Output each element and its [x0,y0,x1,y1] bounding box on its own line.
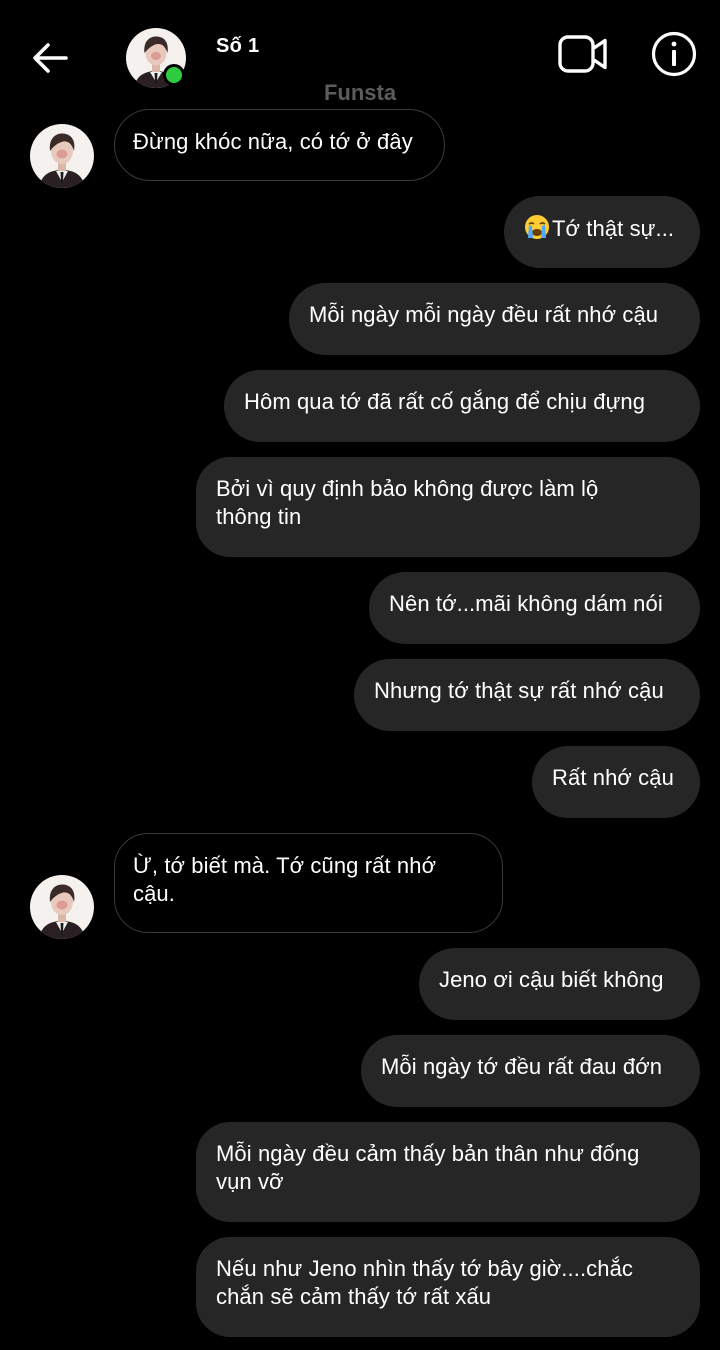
video-call-icon[interactable] [557,33,609,75]
message-text-line: Nếu như Jeno nhìn thấy tớ bây giờ....chắ… [216,1256,634,1281]
message-bubble-outgoing[interactable]: Mỗi ngày mỗi ngày đều rất nhớ cậu [289,283,700,355]
message-text-line: Mỗi ngày đều cảm thấy bản thân như đống [216,1141,640,1166]
message-text-line: Bởi vì quy định bảo không được làm lộ [216,476,599,501]
message-text-line: cậu. [133,881,175,906]
message-bubble-incoming[interactable]: Ừ, tớ biết mà. Tớ cũng rất nhớ cậu. [114,833,503,933]
message-bubble-outgoing[interactable]: Rất nhớ cậu [532,746,700,818]
message-bubble-outgoing[interactable]: Nên tớ...mãi không dám nói [369,572,700,644]
message-text: Nên tớ...mãi không dám nói [389,591,663,616]
message-text-line: Ừ, tớ biết mà. Tớ cũng rất nhớ [133,853,437,878]
message-bubble-outgoing[interactable]: Bởi vì quy định bảo không được làm lộ th… [196,457,700,557]
message-bubble-outgoing[interactable]: Hôm qua tớ đã rất cố gắng để chịu đựng [224,370,700,442]
info-icon[interactable] [651,31,697,77]
message-text: Đừng khóc nữa, có tớ ở đây [133,129,413,154]
chat-header: Số 1 Funsta [0,0,720,110]
message-text: Mỗi ngày mỗi ngày đều rất nhớ cậu [309,302,659,327]
message-bubble-outgoing[interactable]: Mỗi ngày đều cảm thấy bản thân như đống … [196,1122,700,1222]
message-text-line: vụn vỡ [216,1169,284,1194]
message-bubble-outgoing[interactable]: Mỗi ngày tớ đều rất đau đớn [361,1035,700,1107]
account-label: Funsta [323,80,397,105]
message-avatar[interactable] [30,124,94,188]
message-text: Nhưng tớ thật sự rất nhớ cậu [374,678,664,703]
message-text: Mỗi ngày tớ đều rất đau đớn [381,1054,663,1079]
message-avatar[interactable] [30,875,94,939]
message-bubble-outgoing[interactable]: Jeno ơi cậu biết không [419,948,700,1020]
message-text-line: chắn sẽ cảm thấy tớ rất xấu [216,1284,492,1309]
message-text: Tớ thật sự... [524,214,680,243]
message-text: Jeno ơi cậu biết không [439,967,664,992]
contact-name[interactable]: Số 1 [216,35,259,58]
message-bubble-incoming[interactable]: Đừng khóc nữa, có tớ ở đây [114,109,445,181]
message-text-line: thông tin [216,504,302,529]
crying-face-emoji-icon [525,215,549,239]
message-bubble-outgoing[interactable]: Nếu như Jeno nhìn thấy tớ bây giờ....chắ… [196,1237,700,1337]
message-text: Rất nhớ cậu [552,765,674,790]
message-text: Hôm qua tớ đã rất cố gắng để chịu đựng [244,389,646,414]
back-arrow-icon[interactable] [28,36,72,80]
message-bubble-outgoing[interactable]: Tớ thật sự... [504,196,700,268]
message-bubble-outgoing[interactable]: Nhưng tớ thật sự rất nhớ cậu [354,659,700,731]
